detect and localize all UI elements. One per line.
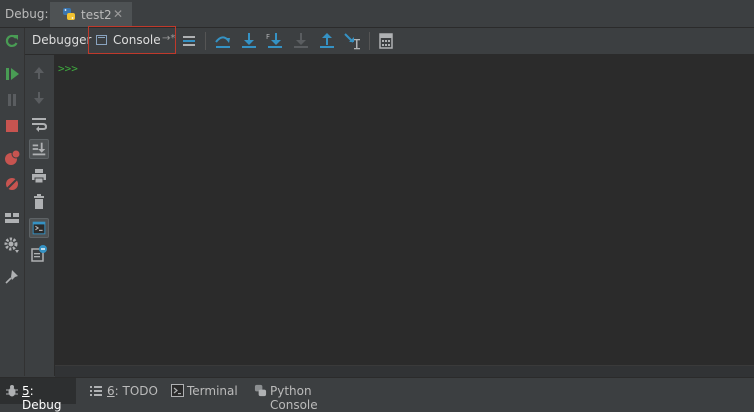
force-step-into-icon[interactable] — [291, 31, 311, 51]
evaluate-expression-icon[interactable] — [376, 31, 396, 51]
tool-tab-debug-number: 5 — [22, 384, 30, 398]
console-horizontal-scrollbar[interactable] — [55, 365, 754, 377]
list-icon — [90, 386, 102, 396]
stop-icon[interactable] — [3, 117, 21, 135]
toolbar-separator — [369, 32, 370, 50]
pause-icon[interactable] — [3, 91, 21, 109]
step-into-my-code-icon[interactable]: F — [265, 31, 285, 51]
view-breakpoints-icon[interactable] — [3, 149, 21, 167]
tool-tab-terminal[interactable]: Terminal — [166, 378, 242, 404]
pin-icon[interactable] — [3, 268, 21, 286]
tool-tab-python-console[interactable]: Python Console — [250, 378, 360, 412]
run-tab-label: test2 — [81, 8, 112, 22]
scroll-to-end-icon[interactable] — [29, 139, 49, 159]
mute-breakpoints-icon[interactable] — [3, 175, 21, 193]
tool-tab-todo-label: : TODO — [114, 384, 158, 398]
print-icon[interactable] — [29, 166, 49, 186]
bug-icon — [6, 385, 18, 397]
tab-console-pin-icon[interactable]: →* — [162, 33, 175, 44]
tool-tab-python-console-label: Python Console — [270, 384, 318, 412]
console-actions-toolbar — [25, 55, 55, 376]
step-over-icon[interactable] — [213, 31, 233, 51]
tab-debugger[interactable]: Debugger — [32, 33, 91, 47]
tab-console[interactable]: Console →* — [88, 26, 176, 54]
svg-text:F: F — [266, 33, 270, 41]
show-execution-point-icon[interactable] — [179, 31, 199, 51]
resume-icon[interactable] — [3, 65, 21, 83]
console-output[interactable]: >>> — [55, 55, 754, 365]
tool-tab-debug[interactable]: 5: Debug — [0, 378, 76, 412]
terminal-icon — [171, 384, 184, 397]
tool-tab-terminal-label: Terminal — [187, 384, 238, 398]
rerun-icon[interactable] — [3, 32, 21, 50]
tool-tab-todo-number: 6 — [107, 384, 115, 398]
toolbar-separator — [205, 32, 206, 50]
clear-all-icon[interactable] — [29, 192, 49, 212]
tool-window-bar: 5: Debug 6: TODO Terminal Python Console — [0, 377, 754, 412]
close-icon[interactable]: ✕ — [113, 7, 123, 21]
new-console-icon[interactable] — [29, 244, 49, 264]
debug-title: Debug: — [5, 7, 49, 21]
python-icon — [63, 8, 75, 20]
settings-icon[interactable] — [3, 236, 21, 254]
run-tab-test2[interactable]: test2 ✕ — [50, 2, 132, 27]
debug-toolbar: Debugger Console →* F — [25, 26, 754, 55]
debug-actions-sidebar — [0, 28, 25, 376]
step-into-icon[interactable] — [239, 31, 259, 51]
step-out-icon[interactable] — [317, 31, 337, 51]
down-arrow-icon[interactable] — [29, 88, 49, 108]
show-console-icon[interactable] — [29, 218, 49, 238]
tab-console-label: Console — [113, 33, 161, 47]
console-prompt: >>> — [58, 62, 78, 75]
run-to-cursor-icon[interactable] — [343, 31, 363, 51]
console-icon — [96, 35, 107, 45]
soft-wrap-icon[interactable] — [29, 114, 49, 134]
restore-layout-icon[interactable] — [3, 209, 21, 227]
tool-tab-todo[interactable]: 6: TODO — [84, 378, 158, 404]
debug-tool-window-header: Debug: test2 ✕ — [0, 0, 754, 28]
up-arrow-icon[interactable] — [29, 63, 49, 83]
python-console-icon — [254, 384, 267, 397]
